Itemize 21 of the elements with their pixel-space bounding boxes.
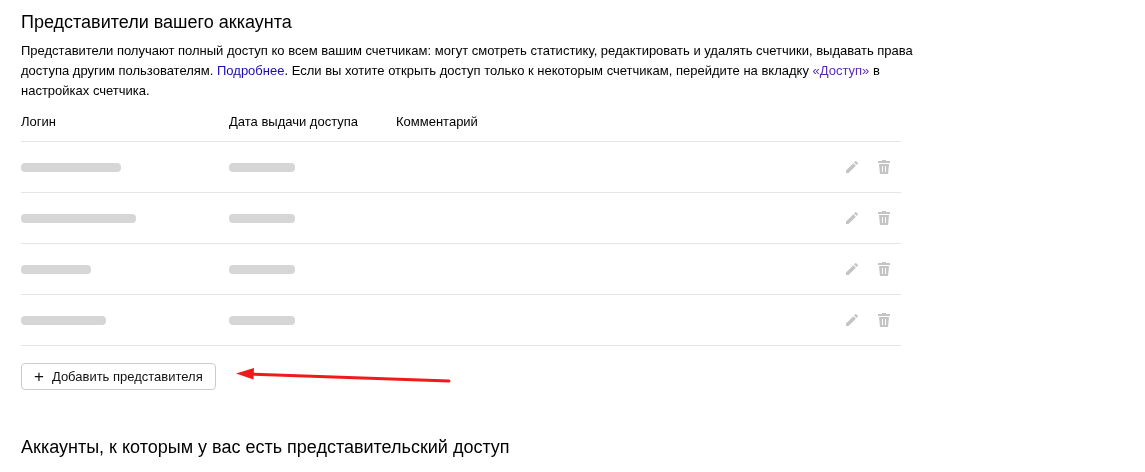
trash-icon[interactable] — [877, 312, 891, 328]
section-title: Представители вашего аккаунта — [21, 11, 293, 34]
column-header: Дата выдачи доступа — [229, 113, 359, 129]
trash-icon[interactable] — [877, 159, 891, 175]
redacted-date — [229, 162, 295, 172]
pencil-icon[interactable] — [844, 210, 860, 226]
redacted-date — [229, 213, 295, 223]
access-tab-link[interactable]: «Доступ» — [812, 63, 870, 78]
pencil-icon[interactable] — [844, 159, 860, 175]
add-representative-button[interactable]: + Добавить представителя — [21, 363, 216, 390]
pencil-icon[interactable] — [844, 261, 860, 277]
column-header: Логин — [21, 113, 57, 129]
section-title: Аккаунты, к которым у вас есть представительский доступ — [21, 436, 511, 459]
redacted-date — [229, 315, 295, 325]
column-header: Комментарий — [396, 113, 479, 129]
redacted-date — [229, 264, 295, 274]
pencil-icon[interactable] — [844, 312, 860, 328]
description-text: Представители получают полный доступ ко всем вашим счетчикам: могут смотреть статистику, редактировать и удалять счетчики, выдавать права доступа другим пользователям. Подробнее. Если вы хотите открыть доступ только к некоторым счетчикам, перейдите на вкладку «Доступ» в настройках счетчика. — [21, 42, 914, 100]
redacted-login — [21, 264, 91, 274]
trash-icon[interactable] — [877, 261, 891, 277]
trash-icon[interactable] — [877, 210, 891, 226]
